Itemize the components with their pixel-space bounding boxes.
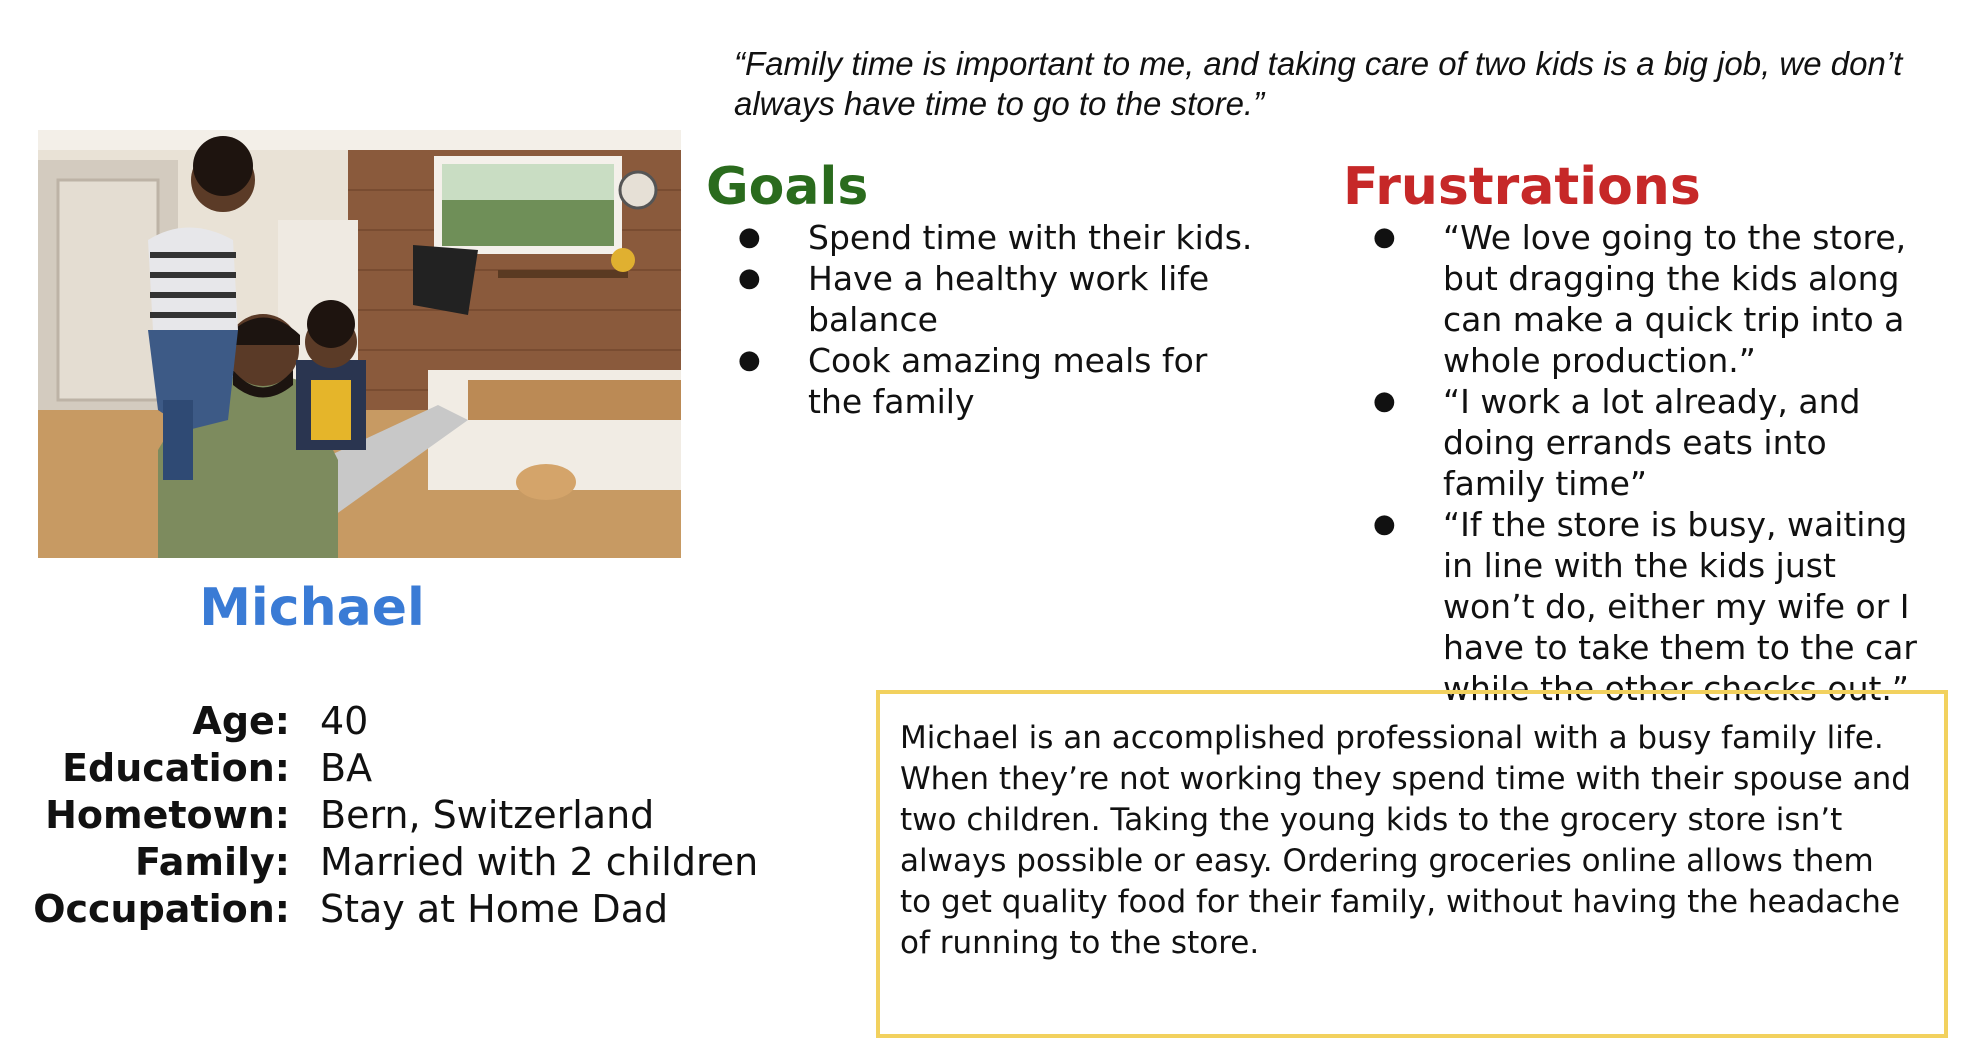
list-item: ● Spend time with their kids. (738, 217, 1258, 258)
frustrations-list: ● “We love going to the store, but dragg… (1373, 217, 1933, 709)
bullet-icon: ● (1373, 386, 1396, 416)
goals-heading: Goals (706, 157, 869, 217)
persona-quote: “Family time is important to me, and tak… (734, 45, 1903, 122)
frustration-text: “We love going to the store, but draggin… (1443, 218, 1907, 380)
goals-list: ● Spend time with their kids. ● Have a h… (738, 217, 1258, 422)
frustration-text: “I work a lot already, and doing errands… (1443, 382, 1861, 503)
list-item: ● “I work a lot already, and doing erran… (1373, 381, 1933, 504)
detail-value: Stay at Home Dad (320, 887, 669, 931)
list-item: ● “We love going to the store, but dragg… (1373, 217, 1933, 381)
bullet-icon: ● (1373, 222, 1396, 252)
goal-text: Spend time with their kids. (808, 218, 1253, 257)
bullet-icon: ● (1373, 509, 1396, 539)
detail-label: Education: (62, 746, 290, 790)
frustrations-heading: Frustrations (1343, 157, 1701, 217)
kitchen-photo-illustration (38, 130, 681, 558)
detail-value: Bern, Switzerland (320, 793, 655, 837)
detail-value: BA (320, 746, 373, 790)
bio-text: Michael is an accomplished professional … (900, 720, 1911, 961)
persona-name: Michael (199, 578, 425, 638)
bullet-icon: ● (738, 222, 761, 252)
frustration-text: “If the store is busy, waiting in line w… (1443, 505, 1917, 708)
list-item: ● Cook amazing meals for the family (738, 340, 1258, 422)
bio-box: Michael is an accomplished professional … (876, 690, 1948, 1038)
persona-photo (38, 130, 681, 558)
bullet-icon: ● (738, 345, 761, 375)
goal-text: Cook amazing meals for the family (808, 341, 1208, 421)
detail-label: Family: (135, 840, 290, 884)
goal-text: Have a healthy work life balance (808, 259, 1210, 339)
detail-label: Age: (192, 699, 290, 743)
detail-value: Married with 2 children (320, 840, 759, 884)
detail-label: Hometown: (45, 793, 290, 837)
list-item: ● Have a healthy work life balance (738, 258, 1258, 340)
bullet-icon: ● (738, 263, 761, 293)
detail-value: 40 (320, 699, 369, 743)
list-item: ● “If the store is busy, waiting in line… (1373, 504, 1933, 709)
detail-label: Occupation: (33, 887, 290, 931)
